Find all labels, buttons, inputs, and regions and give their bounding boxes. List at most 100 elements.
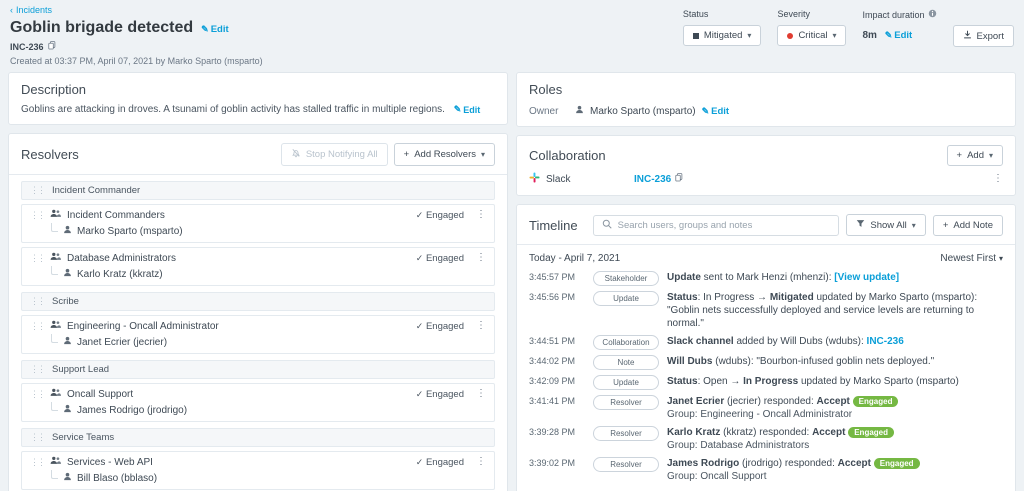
person-icon <box>63 268 72 280</box>
status-control: Status Mitigated ▾ <box>683 9 762 46</box>
drag-handle-icon[interactable]: ⋮⋮ <box>30 433 44 442</box>
edit-owner-button[interactable]: ✎Edit <box>702 106 730 117</box>
chevron-down-icon: ▾ <box>832 31 836 40</box>
add-resolvers-button[interactable]: + Add Resolvers ▾ <box>394 143 495 166</box>
copy-channel-icon[interactable] <box>675 173 683 185</box>
timeline-title: Timeline <box>529 218 578 233</box>
engaged-status: ✓ Engaged <box>416 389 464 400</box>
engaged-label: Engaged <box>426 321 464 332</box>
resolver-kebab-menu[interactable]: ⋮ <box>476 253 486 263</box>
info-icon <box>928 9 937 20</box>
timeline-text-segment: : Open → <box>698 376 744 387</box>
timeline-filter-button[interactable]: Show All ▾ <box>846 214 925 236</box>
resolver-group-header: ⋮⋮Incident Commander <box>21 181 495 200</box>
timeline-sort-label: Newest First <box>940 253 996 264</box>
stop-notifying-all-button[interactable]: Stop Notifying All <box>281 143 388 166</box>
resolver-kebab-menu[interactable]: ⋮ <box>476 321 486 331</box>
timeline-entry-group: Group: Oncall Support <box>667 470 1003 483</box>
resolver-kebab-menu[interactable]: ⋮ <box>476 457 486 467</box>
tree-connector <box>51 223 58 232</box>
timeline-sort-control[interactable]: Newest First ▾ <box>940 253 1003 264</box>
collaboration-panel: Collaboration + Add ▾ Slack INC-236 ⋮ <box>516 135 1016 196</box>
resolver-group-header: ⋮⋮ Service Teams <box>21 428 495 447</box>
resolver-kebab-menu[interactable]: ⋮ <box>476 389 486 399</box>
timeline-entry-group: Group: Database Administrators <box>667 439 1003 452</box>
resolver-groups: ⋮⋮Incident Commander⋮⋮Incident Commander… <box>21 181 495 491</box>
team-icon <box>50 209 61 221</box>
edit-description-label: Edit <box>463 105 480 115</box>
resolver-team-card: ⋮⋮Engineering - Oncall Administrator✓ En… <box>21 315 495 354</box>
impact-duration-control: Impact duration 8m ✎Edit <box>862 9 936 41</box>
drag-handle-icon[interactable]: ⋮⋮ <box>30 254 44 263</box>
timeline-text-segment: (jrodrigo) responded: <box>739 458 837 469</box>
timeline-entry: 3:44:51 PMCollaborationSlack channel add… <box>529 335 1003 350</box>
engaged-status: ✓ Engaged <box>416 210 464 221</box>
bell-slash-icon <box>291 148 301 161</box>
stop-notifying-all-label: Stop Notifying All <box>306 149 378 160</box>
resolver-kebab-menu[interactable]: ⋮ <box>476 210 486 220</box>
drag-handle-icon[interactable]: ⋮⋮ <box>30 186 44 195</box>
engaged-badge: Engaged <box>848 427 894 438</box>
resolver-team-card: ⋮⋮Services - Web API✓ Engaged⋮Bill Blaso… <box>21 451 495 490</box>
engaged-status: ✓ Engaged <box>416 457 464 468</box>
status-dropdown[interactable]: Mitigated ▾ <box>683 25 762 46</box>
timeline-text-segment: In Progress <box>743 376 798 387</box>
severity-dropdown[interactable]: Critical ▾ <box>777 25 846 46</box>
timeline-entries: 3:45:57 PMStakeholderUpdate sent to Mark… <box>529 271 1003 483</box>
drag-handle-icon[interactable]: ⋮⋮ <box>30 458 44 467</box>
timeline-text-segment: Mitigated <box>770 292 814 303</box>
description-title: Description <box>21 82 495 97</box>
check-icon: ✓ <box>416 457 424 467</box>
resolver-group-name: Support Lead <box>52 364 109 375</box>
check-icon: ✓ <box>416 210 424 220</box>
tree-connector <box>51 470 58 479</box>
breadcrumb-label: Incidents <box>16 5 52 15</box>
copy-incident-id-icon[interactable] <box>48 41 56 53</box>
edit-impact-button[interactable]: ✎Edit <box>885 30 913 41</box>
resolver-group-name: Service Teams <box>52 432 114 443</box>
collaboration-kebab-menu[interactable]: ⋮ <box>993 174 1003 184</box>
add-collaboration-button[interactable]: + Add ▾ <box>947 145 1003 166</box>
severity-control: Severity Critical ▾ <box>777 9 846 46</box>
chevron-down-icon: ▾ <box>989 151 993 160</box>
edit-title-label: Edit <box>211 24 229 35</box>
drag-handle-icon[interactable]: ⋮⋮ <box>30 322 44 331</box>
timeline-time: 3:44:02 PM <box>529 355 585 366</box>
add-note-button[interactable]: + Add Note <box>933 215 1003 236</box>
timeline-entry: 3:39:28 PMResolverKarlo Kratz (kkratz) r… <box>529 426 1003 452</box>
right-column: Roles Owner Marko Sparto (msparto) ✎Edit… <box>516 72 1016 491</box>
mitigated-status-icon <box>693 33 699 39</box>
status-controls: Status Mitigated ▾ Severity Critical ▾ I… <box>683 5 1014 66</box>
resolvers-panel: Resolvers Stop Notifying All + Add Resol… <box>8 133 508 491</box>
person-icon <box>63 225 72 237</box>
edit-title-button[interactable]: ✎Edit <box>201 24 229 35</box>
resolver-member-row: Karlo Kratz (kkratz) <box>51 268 486 280</box>
timeline-text-segment: (wdubs): "Bourbon-infused goblin nets de… <box>712 356 934 367</box>
export-button[interactable]: Export <box>953 25 1014 47</box>
add-collaboration-label: Add <box>967 150 984 161</box>
timeline-link[interactable]: [View update] <box>834 272 899 283</box>
timeline-text-segment: added by Will Dubs (wdubs): <box>734 336 867 347</box>
breadcrumb-incidents[interactable]: ‹Incidents <box>10 5 52 15</box>
edit-description-button[interactable]: ✎Edit <box>454 104 481 115</box>
timeline-text-segment: (kkratz) responded: <box>720 427 812 438</box>
timeline-entry-text: Slack channel added by Will Dubs (wdubs)… <box>667 335 1003 348</box>
drag-handle-icon[interactable]: ⋮⋮ <box>30 211 44 220</box>
drag-handle-icon[interactable]: ⋮⋮ <box>30 365 44 374</box>
drag-handle-icon[interactable]: ⋮⋮ <box>30 297 44 306</box>
plus-icon: + <box>943 220 949 231</box>
resolver-member-row: James Rodrigo (jrodrigo) <box>51 404 486 416</box>
owner-name: Marko Sparto (msparto) <box>590 106 696 117</box>
drag-handle-icon[interactable]: ⋮⋮ <box>30 390 44 399</box>
slack-channel-link[interactable]: INC-236 <box>634 174 671 185</box>
timeline-text-segment: : In Progress → <box>698 292 770 303</box>
resolver-member-name: Karlo Kratz (kkratz) <box>77 269 163 280</box>
timeline-link[interactable]: INC-236 <box>867 336 904 347</box>
timeline-text-segment: Will Dubs <box>667 356 712 367</box>
incident-heading: ‹Incidents Goblin brigade detected ✎Edit… <box>10 5 263 66</box>
timeline-text-segment: Slack channel <box>667 336 734 347</box>
timeline-entry: 3:42:09 PMUpdateStatus: Open → In Progre… <box>529 375 1003 390</box>
timeline-search-input[interactable] <box>618 220 831 231</box>
timeline-time: 3:41:41 PM <box>529 395 585 406</box>
timeline-filter-label: Show All <box>870 220 906 231</box>
